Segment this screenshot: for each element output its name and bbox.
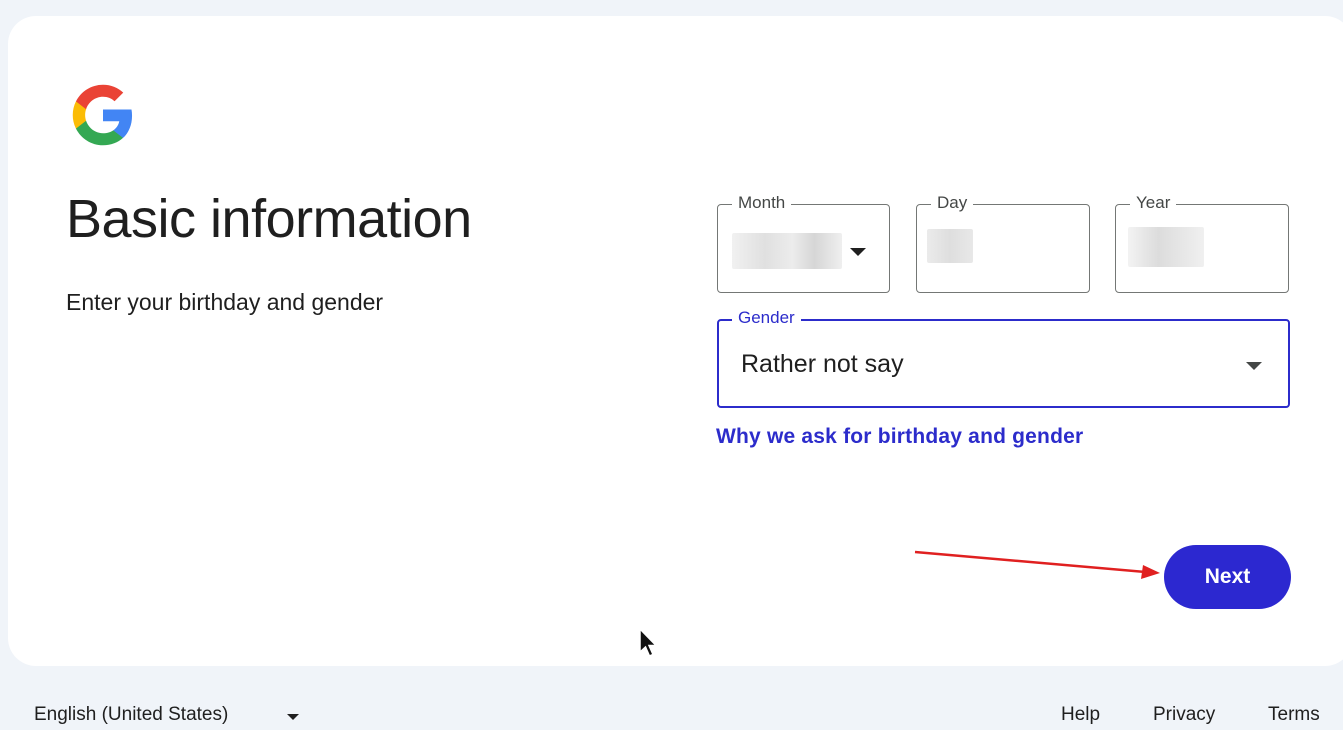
chevron-down-icon[interactable]	[287, 714, 299, 720]
footer-terms-link[interactable]: Terms	[1268, 704, 1320, 726]
month-select[interactable]: Month	[717, 193, 890, 293]
footer-help-link[interactable]: Help	[1061, 704, 1100, 726]
month-value-redacted	[732, 233, 842, 269]
chevron-down-icon	[1246, 362, 1262, 370]
annotation-arrow-icon	[914, 550, 1160, 579]
chevron-down-icon	[850, 248, 866, 256]
page-title: Basic information	[66, 189, 472, 249]
gender-select[interactable]: Gender Rather not say	[717, 308, 1290, 408]
mouse-cursor-icon	[639, 628, 658, 657]
day-label: Day	[931, 193, 974, 213]
year-label: Year	[1130, 193, 1177, 213]
next-button[interactable]: Next	[1164, 545, 1291, 609]
footer-privacy-link[interactable]: Privacy	[1153, 704, 1215, 726]
day-value-redacted	[927, 229, 973, 263]
gender-value: Rather not say	[741, 350, 904, 378]
page-subtitle: Enter your birthday and gender	[66, 289, 384, 315]
language-selector[interactable]: English (United States)	[34, 704, 228, 726]
year-input[interactable]: Year	[1115, 193, 1289, 293]
month-label: Month	[732, 193, 792, 213]
why-we-ask-link[interactable]: Why we ask for birthday and gender	[716, 425, 1083, 449]
gender-label: Gender	[732, 308, 801, 328]
day-input[interactable]: Day	[916, 193, 1090, 293]
google-logo-icon	[72, 84, 133, 146]
year-value-redacted	[1128, 227, 1204, 267]
